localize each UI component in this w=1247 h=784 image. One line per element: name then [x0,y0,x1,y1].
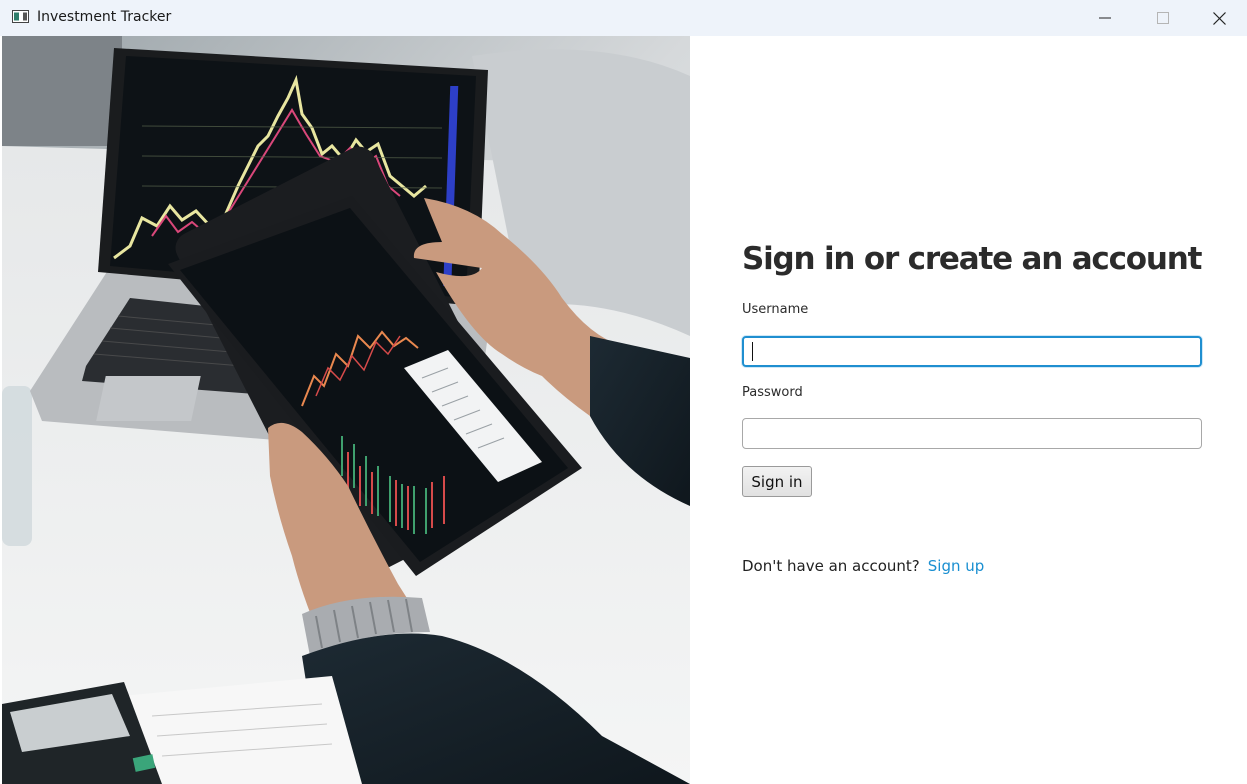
title-bar[interactable]: Investment Tracker [0,0,1247,36]
text-caret [752,342,753,361]
minimize-button[interactable] [1076,0,1134,36]
username-label: Username [742,302,809,317]
signup-row: Don't have an account? Sign up [742,557,984,575]
close-button[interactable] [1192,0,1247,36]
app-window: Investment Tracker Sign in or create an … [0,0,1247,784]
maximize-icon [1157,12,1169,24]
hero-illustration [2,36,690,784]
password-input[interactable] [742,418,1202,449]
sign-in-button[interactable]: Sign in [742,466,812,497]
maximize-button[interactable] [1134,0,1192,36]
page-title: Sign in or create an account [742,241,1202,277]
username-input[interactable] [742,336,1202,367]
sign-in-panel: Sign in or create an account Username Pa… [690,36,1247,784]
password-label: Password [742,385,803,400]
sign-up-link[interactable]: Sign up [928,557,985,575]
hero-photo-trading-tablet [2,36,690,784]
close-icon [1213,11,1226,25]
app-window-icon [12,10,29,23]
signup-prompt: Don't have an account? [742,557,920,575]
minimize-icon [1099,17,1111,19]
window-title: Investment Tracker [37,9,172,25]
